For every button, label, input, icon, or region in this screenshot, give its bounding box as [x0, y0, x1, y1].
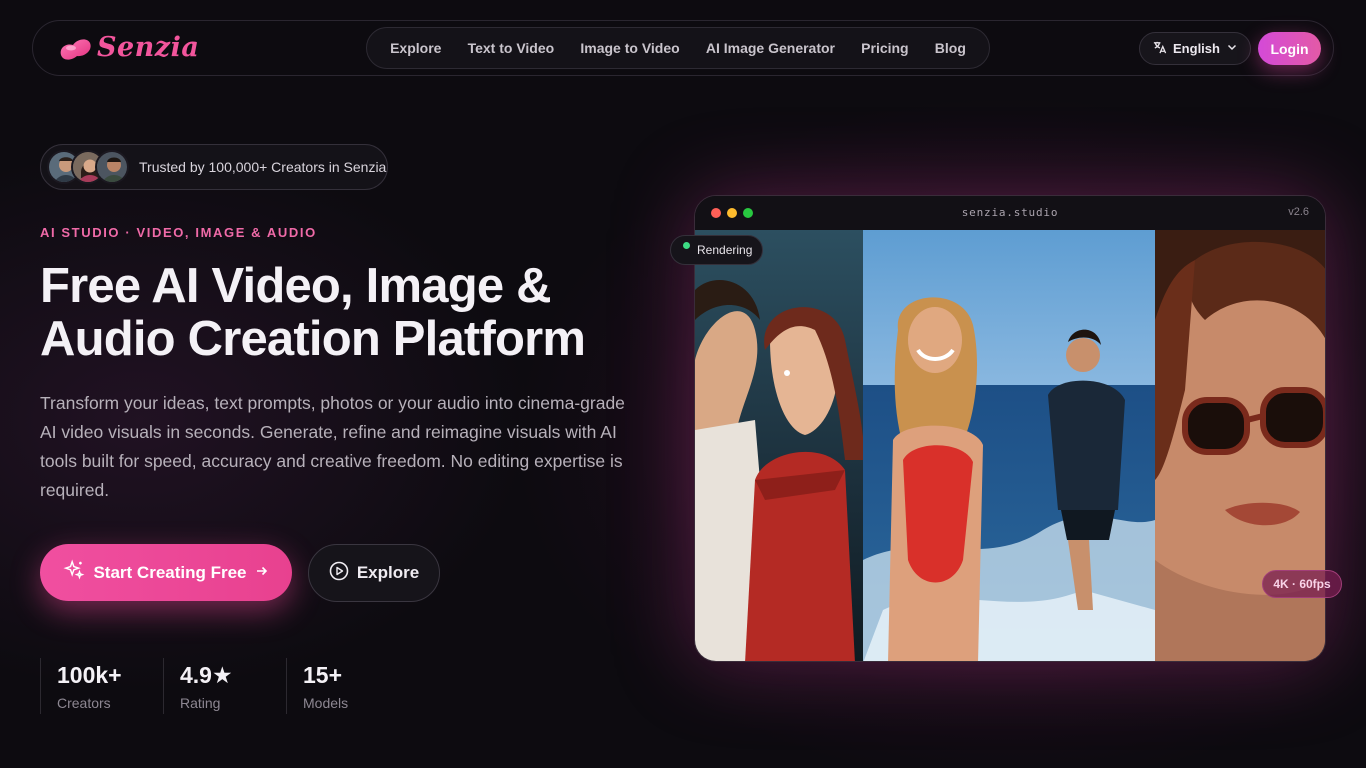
brand-name: Senzia: [97, 32, 200, 63]
preview-image-beach: [863, 230, 1155, 661]
language-selector[interactable]: English: [1139, 32, 1251, 65]
quality-badge: 4K · 60fps: [1262, 570, 1342, 598]
stat-label: Creators: [57, 695, 111, 711]
top-nav: Senzia Explore Text to Video Image to Vi…: [32, 20, 1334, 76]
stat-models: 15+ Models: [286, 658, 409, 714]
window-titlebar: senzia.studio v2.6: [695, 196, 1325, 230]
window-url: senzia.studio: [961, 206, 1059, 219]
creator-avatars: [47, 150, 129, 184]
window-version: v2.6: [1288, 206, 1309, 218]
login-button[interactable]: Login: [1258, 32, 1321, 65]
stat-value: 15+: [303, 662, 343, 688]
avatar: [95, 150, 129, 184]
play-circle-icon: [329, 561, 349, 586]
studio-preview-window: senzia.studio v2.6: [694, 195, 1326, 662]
stat-rating: 4.9★ Rating: [163, 658, 286, 714]
explore-button[interactable]: Explore: [308, 544, 440, 602]
start-creating-label: Start Creating Free: [93, 562, 247, 582]
nav-text-to-video[interactable]: Text to Video: [468, 40, 555, 56]
start-creating-button[interactable]: Start Creating Free: [40, 544, 292, 601]
nav-explore[interactable]: Explore: [390, 40, 441, 56]
stats-row: 100k+ Creators 4.9★ Rating 15+ Models: [40, 658, 409, 714]
explore-label: Explore: [356, 563, 420, 582]
chevron-down-icon: [1226, 41, 1238, 56]
nav-links: Explore Text to Video Image to Video AI …: [366, 27, 990, 69]
translate-icon: [1152, 40, 1167, 58]
hero-eyebrow: AI STUDIO · VIDEO, IMAGE & AUDIO: [40, 225, 317, 240]
hero-headline: Free AI Video, Image & Audio Creation Pl…: [40, 260, 660, 366]
stat-value: 100k+: [57, 662, 122, 688]
headline-line-1: Free AI Video, Image &: [40, 259, 551, 313]
nav-ai-image-generator[interactable]: AI Image Generator: [706, 40, 835, 56]
nav-pricing[interactable]: Pricing: [861, 40, 908, 56]
sparkle-icon: [63, 559, 85, 586]
language-label: English: [1173, 41, 1220, 56]
preview-panels: [695, 230, 1325, 661]
trust-text: Trusted by 100,000+ Creators in Senzia: [139, 159, 387, 175]
arrow-right-icon: [255, 563, 269, 583]
trust-badge: Trusted by 100,000+ Creators in Senzia: [40, 144, 388, 190]
preview-image-couple: [695, 230, 864, 661]
status-dot-icon: [683, 242, 690, 249]
hero-description: Transform your ideas, text prompts, phot…: [40, 393, 625, 500]
logo-blob-icon: [57, 33, 93, 63]
nav-blog[interactable]: Blog: [935, 40, 966, 56]
stat-value: 4.9★: [180, 662, 233, 688]
nav-image-to-video[interactable]: Image to Video: [580, 40, 679, 56]
stat-label: Models: [303, 695, 349, 711]
stat-label: Rating: [180, 695, 221, 711]
stat-creators: 100k+ Creators: [40, 658, 163, 714]
rendering-label: Rendering: [697, 243, 753, 257]
brand-logo[interactable]: Senzia: [57, 32, 199, 63]
rendering-status-badge: Rendering: [670, 235, 763, 265]
headline-line-2: Audio Creation Platform: [40, 312, 586, 366]
